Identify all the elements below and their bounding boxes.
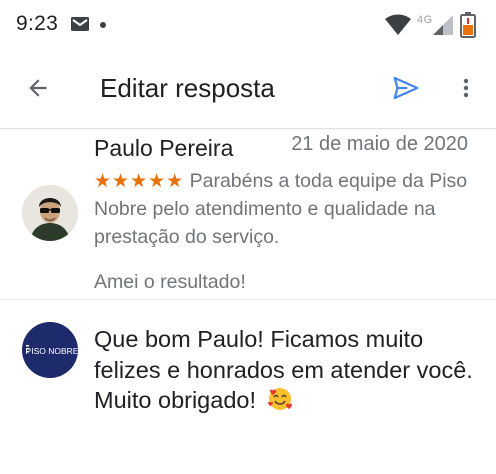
app-bar: Editar resposta	[0, 52, 496, 129]
more-vert-icon	[463, 78, 469, 98]
logo-text: PISO NOBRE	[26, 346, 78, 356]
wifi-icon	[385, 14, 411, 35]
back-button[interactable]	[16, 66, 60, 110]
arrow-back-icon	[29, 79, 47, 97]
gmail-icon	[71, 17, 89, 31]
page-title: Editar resposta	[100, 73, 275, 103]
review-card: Paulo Pereira 21 de maio de 2020 ★★★★★ P…	[0, 129, 496, 300]
piso-nobre-logo: PISO NOBRE	[26, 345, 78, 356]
more-options-button[interactable]	[444, 66, 488, 110]
send-icon	[393, 76, 419, 100]
smiling-face-with-hearts-icon	[267, 388, 292, 410]
send-button[interactable]	[384, 66, 428, 110]
status-time: 9:23	[16, 12, 59, 35]
signal-icon	[433, 15, 453, 35]
reply-section: PISO NOBRE Que bom Paulo! Ficamos muito …	[0, 300, 496, 474]
star-rating: ★★★★★	[94, 170, 185, 192]
network-type-label: 4G	[417, 14, 433, 26]
review-date: 21 de maio de 2020	[291, 133, 468, 155]
person-avatar-icon	[22, 185, 78, 241]
battery-icon	[460, 12, 476, 38]
notification-dot-icon	[100, 22, 106, 28]
status-bar: 9:23 4G	[0, 0, 496, 52]
reviewer-avatar	[22, 185, 78, 241]
reply-text-field[interactable]: Que bom Paulo! Ficamos muito felizes e h…	[94, 324, 474, 416]
review-body: ★★★★★ Parabéns a toda equipe da Piso Nob…	[94, 167, 474, 251]
reviewer-name: Paulo Pereira	[94, 135, 234, 161]
review-footer-text: Amei o resultado!	[94, 271, 246, 293]
business-logo: PISO NOBRE	[22, 322, 78, 378]
